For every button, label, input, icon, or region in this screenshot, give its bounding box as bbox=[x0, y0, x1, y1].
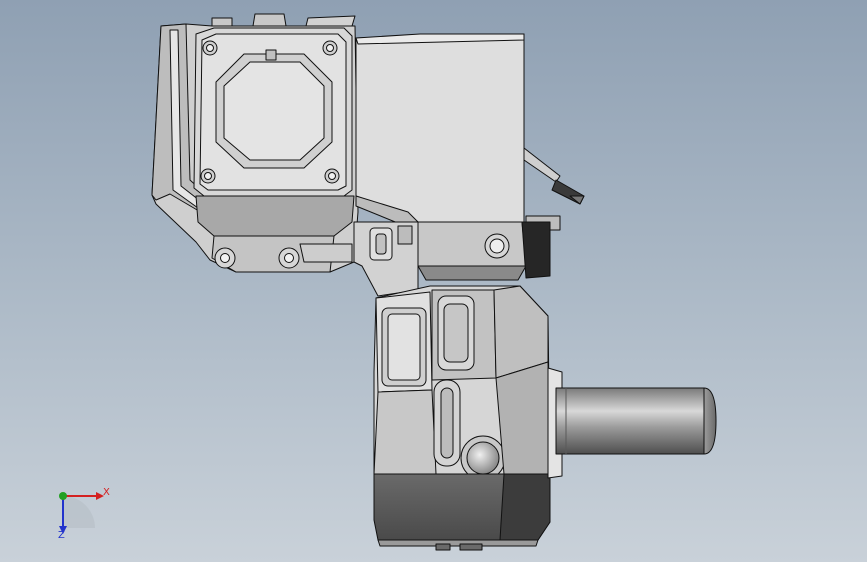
gearbox-housing bbox=[373, 285, 551, 551]
drive-collar bbox=[417, 215, 561, 281]
z-axis-label: Z bbox=[58, 530, 65, 541]
y-axis-dot-icon bbox=[59, 492, 67, 500]
gear-motor-model[interactable] bbox=[0, 0, 867, 562]
housing-neck bbox=[353, 221, 419, 297]
x-axis-label: X bbox=[103, 487, 110, 498]
terminal-box bbox=[355, 33, 585, 229]
output-shaft bbox=[547, 367, 717, 479]
axis-triad bbox=[59, 492, 104, 534]
cad-viewport[interactable]: X Z bbox=[0, 0, 867, 562]
motor-flange-housing bbox=[151, 13, 359, 273]
